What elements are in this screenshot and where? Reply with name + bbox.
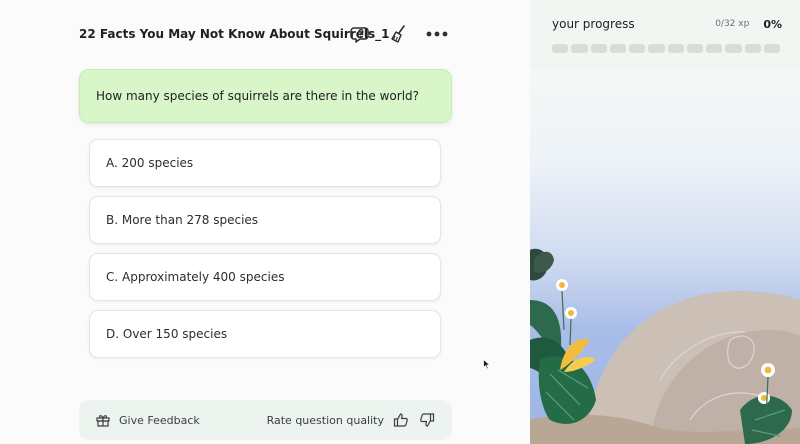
garden-illustration <box>530 248 800 444</box>
progress-segment <box>667 44 684 53</box>
quiz-panel: 22 Facts You May Not Know About Squirrel… <box>0 0 530 444</box>
quiz-footer: Give Feedback Rate question quality <box>79 400 452 440</box>
answer-option-a[interactable]: A. 200 species <box>89 139 441 187</box>
quiz-title: 22 Facts You May Not Know About Squirrel… <box>79 27 390 41</box>
rate-quality: Rate question quality <box>267 411 436 429</box>
answer-option-d[interactable]: D. Over 150 species <box>89 310 441 358</box>
question-text: How many species of squirrels are there … <box>96 89 420 103</box>
mouse-cursor-icon <box>483 355 491 374</box>
progress-segment <box>590 44 607 53</box>
header-actions <box>349 22 449 46</box>
gift-icon <box>96 415 110 427</box>
progress-segment <box>763 44 780 53</box>
progress-segment <box>629 44 646 53</box>
help-chat-icon[interactable] <box>349 22 373 46</box>
give-feedback-button[interactable]: Give Feedback <box>95 412 200 428</box>
progress-segment <box>686 44 703 53</box>
option-label: D. Over 150 species <box>106 327 228 341</box>
thumbs-down-icon[interactable] <box>418 411 436 429</box>
progress-segment <box>571 44 588 53</box>
progress-segment <box>609 44 626 53</box>
progress-bar <box>552 44 780 53</box>
progress-panel: your progress 0/32 xp 0% <box>530 0 800 444</box>
more-icon[interactable] <box>425 22 449 46</box>
option-label: A. 200 species <box>106 156 194 170</box>
question-card: How many species of squirrels are there … <box>79 69 452 123</box>
thumbs-up-icon[interactable] <box>392 411 410 429</box>
progress-percent: 0% <box>763 17 782 31</box>
option-label: C. Approximately 400 species <box>106 270 285 284</box>
broom-icon[interactable] <box>387 22 411 46</box>
progress-segment <box>744 44 761 53</box>
answer-option-c[interactable]: C. Approximately 400 species <box>89 253 441 301</box>
progress-segment <box>552 44 569 53</box>
rate-label: Rate question quality <box>266 413 384 427</box>
give-feedback-label: Give Feedback <box>119 413 200 427</box>
progress-segment <box>706 44 723 53</box>
progress-segment <box>725 44 742 53</box>
xp-counter: 0/32 xp <box>715 19 750 29</box>
option-label: B. More than 278 species <box>106 213 259 227</box>
progress-label: your progress <box>552 17 635 31</box>
quiz-header: 22 Facts You May Not Know About Squirrel… <box>79 20 449 48</box>
answer-option-b[interactable]: B. More than 278 species <box>89 196 441 244</box>
progress-segment <box>648 44 665 53</box>
progress-header: your progress 0/32 xp 0% <box>552 17 782 31</box>
